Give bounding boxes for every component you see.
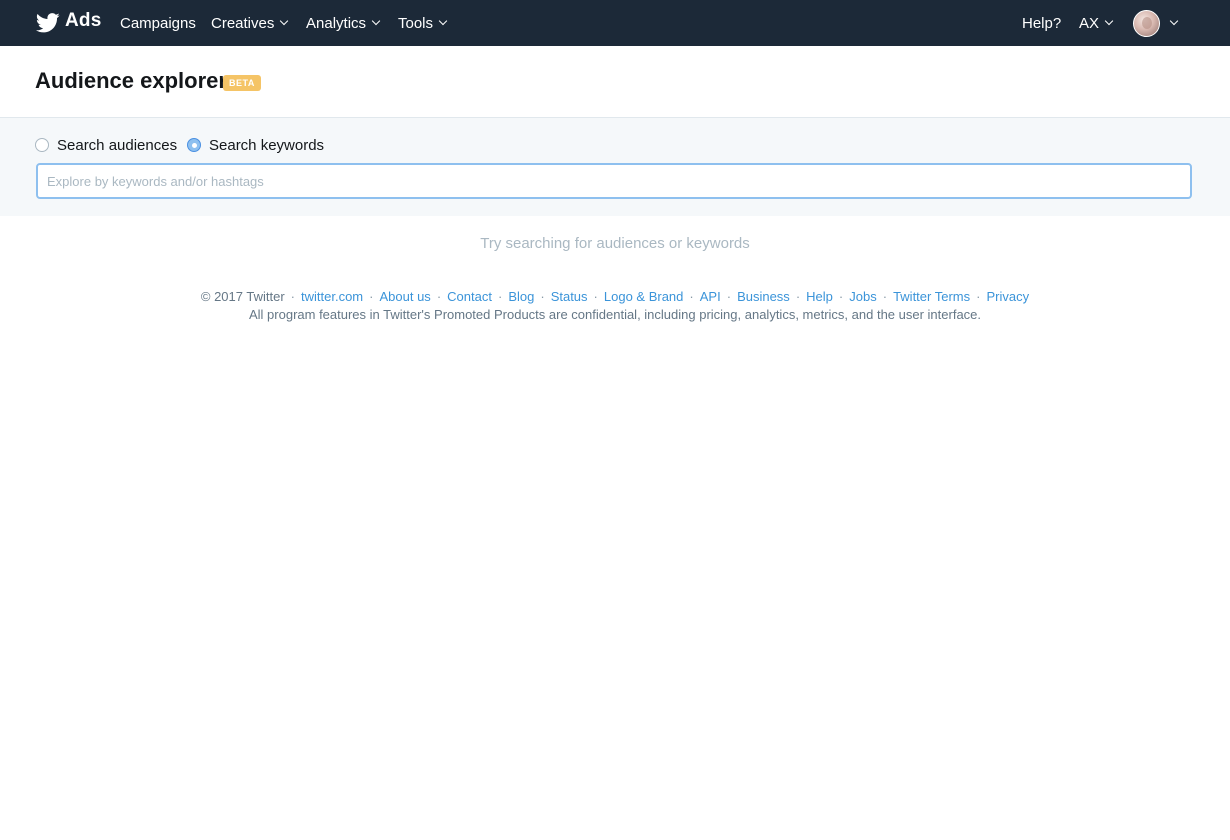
nav-tools-dropdown[interactable]: Tools: [398, 0, 448, 46]
user-menu-dropdown[interactable]: [1133, 0, 1179, 46]
nav-tools-label: Tools: [398, 14, 434, 32]
chevron-down-icon: [371, 16, 381, 26]
nav-creatives-dropdown[interactable]: Creatives: [211, 0, 289, 46]
footer-link-business[interactable]: Business: [737, 289, 790, 304]
chevron-down-icon: [438, 16, 448, 26]
footer-link-jobs[interactable]: Jobs: [849, 289, 876, 304]
search-audiences-label: Search audiences: [57, 136, 178, 154]
page-header: Audience explorer BETA: [0, 46, 1230, 118]
footer-separator: ·: [976, 289, 981, 304]
footer-separator: ·: [795, 289, 801, 304]
radio-unchecked[interactable]: [35, 138, 49, 152]
footer-separator: ·: [593, 289, 598, 304]
page-title: Audience explorer: [35, 68, 227, 93]
footer-separator: ·: [689, 289, 694, 304]
search-keywords-label: Search keywords: [209, 136, 325, 154]
nav-campaigns[interactable]: Campaigns: [120, 0, 196, 46]
footer-link-twitter-terms[interactable]: Twitter Terms: [893, 289, 970, 304]
account-switcher-dropdown[interactable]: AX: [1079, 0, 1114, 46]
user-avatar: [1133, 9, 1160, 37]
twitter-bird-icon: [36, 13, 60, 33]
footer-separator: ·: [436, 289, 442, 304]
help-link[interactable]: Help?: [1022, 0, 1061, 46]
footer-link-api[interactable]: API: [700, 289, 721, 304]
footer-separator: ·: [540, 289, 545, 304]
search-keywords-radio[interactable]: Search keywords: [187, 136, 324, 154]
footer-link-about-us[interactable]: About us: [379, 289, 430, 304]
chevron-down-icon: [1104, 16, 1114, 26]
search-panel: Search audiences Search keywords: [0, 118, 1230, 216]
beta-badge: BETA: [223, 75, 261, 91]
footer-link-contact[interactable]: Contact: [447, 289, 492, 304]
footer-link-logo-brand[interactable]: Logo & Brand: [604, 289, 684, 304]
footer-separator: ·: [726, 289, 732, 304]
footer-disclaimer: All program features in Twitter's Promot…: [248, 307, 982, 322]
keyword-search-input[interactable]: [36, 163, 1192, 199]
footer-separator: ·: [838, 289, 844, 304]
footer-link-status[interactable]: Status: [551, 289, 588, 304]
ads-home-link[interactable]: Ads: [36, 0, 102, 46]
chevron-down-icon: [1169, 16, 1179, 26]
search-audiences-radio[interactable]: Search audiences: [35, 136, 177, 154]
brand-label: Ads: [65, 10, 102, 31]
nav-creatives-label: Creatives: [211, 14, 275, 32]
footer-link-twitter-com[interactable]: twitter.com: [301, 289, 363, 304]
footer-links: © 2017 Twitter · twitter.com · About us · Cont…: [0, 289, 1230, 304]
account-label: AX: [1079, 14, 1100, 32]
empty-state-message: Try searching for audiences or keywords: [480, 235, 750, 252]
top-navigation-bar: Ads Campaigns Creatives Analytics Tools …: [0, 0, 1230, 46]
footer-separator: ·: [369, 289, 374, 304]
footer-separator: ·: [290, 289, 296, 304]
footer-link-help[interactable]: Help: [806, 289, 833, 304]
footer-separator: ·: [497, 289, 503, 304]
chevron-down-icon: [280, 16, 289, 26]
footer-link-privacy[interactable]: Privacy: [986, 289, 1029, 304]
nav-analytics-label: Analytics: [306, 14, 367, 32]
footer-copyright: © 2017 Twitter: [200, 289, 285, 304]
nav-analytics-dropdown[interactable]: Analytics: [306, 0, 381, 46]
radio-checked[interactable]: [187, 138, 201, 152]
nav-campaigns-label: Campaigns: [120, 14, 196, 32]
footer-link-blog[interactable]: Blog: [508, 289, 534, 304]
help-label: Help?: [1022, 14, 1062, 32]
footer-separator: ·: [882, 289, 888, 304]
